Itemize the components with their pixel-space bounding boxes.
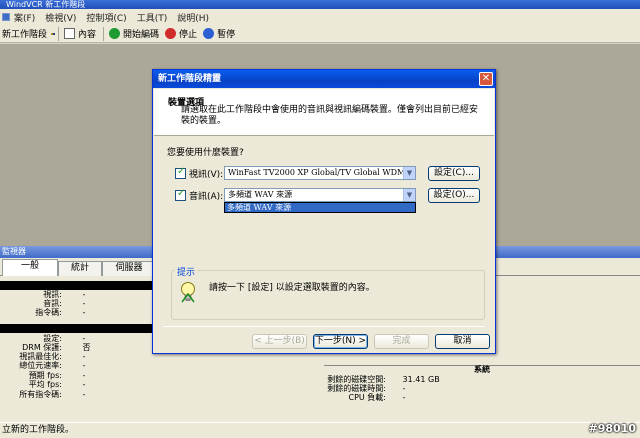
stat-value: -: [82, 380, 86, 389]
dialog-header-description: 請選取在此工作階段中會使用的音訊與視訊編碼裝置。僅會列出目前已經安裝的裝置。: [181, 105, 479, 126]
status-bar: 立新的工作階段。 #98010: [0, 422, 640, 438]
monitor-panel-title: 監視器: [2, 247, 26, 256]
next-button[interactable]: 下一步(N) >: [313, 334, 368, 349]
new-session-button[interactable]: 新工作階段: [0, 26, 51, 42]
video-checkbox[interactable]: [175, 166, 186, 179]
system-value: 31.41 GB: [402, 375, 440, 384]
stat-label: 總位元速率:: [19, 361, 62, 370]
menu-help[interactable]: 說明(H): [177, 11, 209, 24]
new-session-wizard-dialog: 新工作階段精靈 ✕ 裝置選項 請選取在此工作階段中會使用的音訊與視訊編碼裝置。僅…: [152, 69, 496, 354]
toolbar-separator: [103, 26, 105, 41]
video-config-button[interactable]: 設定(C)...: [428, 166, 480, 181]
tab-server[interactable]: 伺服器: [102, 261, 156, 276]
lightbulb-icon: [181, 282, 195, 303]
properties-button[interactable]: 內容: [62, 26, 100, 42]
tip-group-box: [171, 270, 485, 320]
tab-general[interactable]: 一般: [2, 259, 58, 276]
dialog-separator: [163, 326, 485, 327]
stat-value: -: [82, 390, 86, 399]
device-question: 您要使用什麼裝置?: [167, 148, 244, 158]
dialog-titlebar[interactable]: 新工作階段精靈 ✕: [153, 70, 495, 88]
audio-label: 音訊(A):: [189, 191, 224, 202]
stat-row: 總位元速率: -: [0, 361, 86, 371]
stat-label: 指令碼:: [35, 308, 62, 317]
pause-label: 暫停: [217, 30, 236, 40]
stop-button[interactable]: 停止: [163, 26, 201, 42]
menu-tools[interactable]: 工具(T): [137, 11, 168, 24]
stat-value: -: [82, 308, 86, 317]
system-group-title: 系統: [474, 365, 490, 375]
stop-label: 停止: [179, 30, 198, 40]
video-device-row: 視訊(V):: [175, 166, 223, 180]
back-button[interactable]: < 上一步(B): [252, 334, 307, 349]
video-label: 視訊(V):: [189, 169, 224, 180]
system-value: -: [402, 393, 406, 402]
stat-row: 指令碼: -: [0, 308, 86, 318]
video-device-value: WinFast TV2000 XP Global/TV Global WDM V…: [228, 168, 416, 177]
audio-device-select[interactable]: 多頻道 WAV 來源 ▼: [224, 188, 416, 202]
system-label: CPU 負載:: [348, 393, 386, 402]
system-row: CPU 負載: -: [318, 393, 406, 403]
tip-label: 提示: [175, 265, 198, 278]
window-titlebar: WindVCR 新工作階段: [0, 0, 640, 9]
cancel-button[interactable]: 取消: [435, 334, 490, 349]
pause-button[interactable]: 暫停: [201, 26, 239, 42]
start-encoding-button[interactable]: 開始編碼: [107, 26, 163, 42]
audio-config-button[interactable]: 設定(O)...: [428, 188, 480, 203]
toolbar-separator: [58, 26, 60, 41]
app-menu-icon[interactable]: [2, 13, 10, 21]
finish-button[interactable]: 完成: [374, 334, 429, 349]
menu-bar: 案(F) 檢視(V) 控制項(C) 工具(T) 說明(H): [0, 9, 640, 25]
properties-label: 內容: [78, 30, 97, 40]
dialog-title: 新工作階段精靈: [158, 74, 222, 84]
audio-device-row: 音訊(A):: [175, 188, 223, 202]
stop-icon: [165, 28, 177, 39]
audio-device-value: 多頻道 WAV 來源: [228, 190, 293, 199]
video-device-select[interactable]: WinFast TV2000 XP Global/TV Global WDM V…: [224, 166, 416, 180]
save-icon[interactable]: [53, 32, 56, 35]
chevron-down-icon[interactable]: ▼: [403, 167, 415, 179]
stat-label: 平均 fps:: [28, 380, 62, 389]
stat-row: 平均 fps: -: [0, 380, 86, 390]
stats-group-header: [0, 324, 160, 333]
menu-file[interactable]: 案(F): [14, 11, 35, 24]
tip-text: 請按一下 [設定] 以設定選取裝置的內容。: [209, 283, 375, 293]
chevron-down-icon[interactable]: ▼: [403, 189, 415, 201]
stat-label: 所有指令碼:: [19, 390, 62, 399]
audio-device-dropdown: 多頻道 WAV 來源: [224, 202, 416, 213]
pause-icon: [203, 28, 215, 39]
system-title-text: 系統: [474, 365, 490, 374]
stat-value: -: [82, 361, 86, 370]
status-text: 立新的工作階段。: [2, 425, 75, 435]
window-title: WindVCR 新工作階段: [6, 0, 86, 9]
new-session-label: 新工作階段: [2, 30, 48, 40]
audio-checkbox[interactable]: [175, 188, 186, 201]
properties-icon: [64, 28, 76, 39]
menu-view[interactable]: 檢視(V): [45, 11, 76, 24]
start-encoding-label: 開始編碼: [123, 30, 160, 40]
toolbar: 新工作階段 內容 開始編碼 停止 暫停: [0, 25, 640, 43]
stats-group-header: [0, 281, 160, 290]
close-icon[interactable]: ✕: [479, 72, 493, 86]
menu-control[interactable]: 控制項(C): [86, 11, 126, 24]
watermark: #98010: [588, 422, 637, 435]
tab-statistics[interactable]: 統計: [58, 261, 102, 276]
dialog-header: 裝置選項 請選取在此工作階段中會使用的音訊與視訊編碼裝置。僅會列出目前已經安裝的…: [154, 89, 494, 136]
stat-row: 所有指令碼: -: [0, 390, 86, 400]
audio-device-option[interactable]: 多頻道 WAV 來源: [225, 203, 415, 212]
play-icon: [109, 28, 121, 39]
